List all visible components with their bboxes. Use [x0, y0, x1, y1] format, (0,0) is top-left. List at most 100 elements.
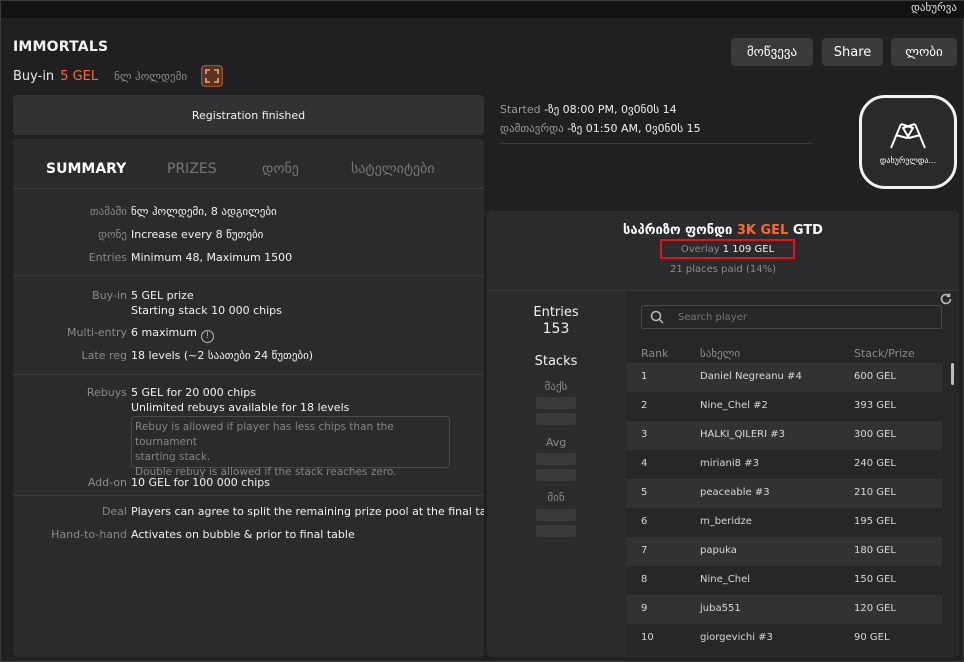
tab-prizes[interactable]: PRIZES [167, 161, 217, 177]
tab-bar: SUMMARY PRIZES დონე სატელიტები [13, 139, 484, 189]
started-label: Started [500, 103, 541, 116]
row-key: Add-on [87, 476, 127, 489]
loading-placeholder [536, 413, 576, 425]
tab-satellites[interactable]: სატელიტები [351, 161, 435, 177]
overlay-label: Overlay [680, 243, 720, 255]
loading-placeholder [536, 525, 576, 537]
table-row[interactable]: 7 papuka 180 GEL [626, 537, 942, 566]
row-player-name: Nine_Chel [700, 574, 750, 585]
search-icon [650, 310, 664, 324]
table-row[interactable]: 6 m_beridze 195 GEL [626, 508, 942, 537]
row-prize: 300 GEL [854, 429, 896, 440]
stack-avg-label: Avg [545, 436, 567, 449]
close-button[interactable]: დახურვა [911, 1, 957, 14]
divider [500, 143, 812, 144]
table-row[interactable]: 1 Daniel Negreanu #4 600 GEL [626, 363, 942, 392]
info-icon[interactable]: ! [200, 330, 214, 343]
game-type: ნლ ჰოლდემი [114, 69, 188, 83]
tournament-title: IMMORTALS [13, 39, 109, 55]
overlay-highlight: Overlay 1 109 GEL [660, 239, 795, 259]
prize-gtd: GTD [792, 223, 823, 238]
row-key: Late reg [81, 349, 127, 362]
row-value: Increase every 8 წუთები [131, 228, 264, 241]
tournament-window: დახურვა IMMORTALS Buy-in 5 GEL ნლ ჰოლდემ… [0, 0, 964, 662]
lobby-button[interactable]: ლობი [891, 38, 957, 66]
table-row[interactable]: 9 juba551 120 GEL [626, 595, 942, 624]
share-button[interactable]: Share [822, 38, 883, 66]
row-value: 5 GEL prize [131, 289, 194, 302]
row-rank: 10 [641, 632, 654, 643]
registration-status-text: Registration finished [191, 108, 306, 122]
refresh-icon[interactable] [939, 292, 953, 306]
buyin-price: 5 GEL [60, 68, 99, 84]
table-row[interactable]: 5 peaceable #3 210 GEL [626, 479, 942, 508]
rebuy-note: Rebuy is allowed if player has less chip… [131, 416, 450, 478]
scrollbar-thumb[interactable] [951, 363, 954, 385]
row-player-name: giorgevichi #3 [700, 632, 773, 643]
row-key: დონე [98, 228, 127, 241]
header-name[interactable]: სახელი [700, 347, 740, 360]
row-player-name: miriani8 #3 [700, 458, 759, 469]
prize-pool-title: საპრიზო ფონდი 3K GEL GTD [487, 223, 959, 238]
top-bar: დახურვა [1, 1, 964, 18]
rebuy-note-line: starting stack. [135, 451, 211, 463]
stats-column: Entries 153 Stacks მაქს Avg მინ [487, 291, 625, 657]
row-player-name: m_beridze [700, 516, 752, 527]
row-prize: 210 GEL [854, 487, 896, 498]
rebuy-note-line: Rebuy is allowed if player has less chip… [135, 421, 394, 448]
badge-label: დახურულდა... [879, 155, 937, 165]
row-prize: 393 GEL [854, 400, 896, 411]
prize-header: საპრიზო ფონდი 3K GEL GTD Overlay 1 109 G… [487, 211, 959, 291]
row-rank: 5 [641, 487, 648, 498]
summary-panel: SUMMARY PRIZES დონე სატელიტები თამაში ნლ… [13, 139, 484, 657]
search-input[interactable] [678, 308, 928, 326]
row-value: 6 maximum! [131, 326, 214, 343]
row-key: Buy-in [92, 289, 127, 302]
row-value: Starting stack 10 000 chips [131, 304, 282, 317]
row-rank: 3 [641, 429, 648, 440]
ended-label: დამთავრდა [500, 122, 564, 135]
divider [13, 495, 484, 496]
row-value: Minimum 48, Maximum 1500 [131, 251, 293, 264]
invite-button[interactable]: მოწვევა [731, 38, 813, 66]
table-row[interactable]: 3 HALKI_QILERI #3 300 GEL [626, 421, 942, 450]
multientry-value: 6 maximum [131, 326, 197, 339]
row-key: Multi-entry [67, 326, 127, 339]
row-player-name: papuka [700, 545, 737, 556]
row-player-name: Daniel Negreanu #4 [700, 371, 802, 382]
table-row[interactable]: 10 giorgevichi #3 90 GEL [626, 624, 942, 653]
table-row[interactable]: 2 Nine_Chel #2 393 GEL [626, 392, 942, 421]
row-value: Players can agree to split the remaining… [131, 505, 484, 518]
prize-title-label: საპრიზო ფონდი [623, 223, 733, 238]
entries-label: Entries [533, 305, 579, 320]
row-value: Unlimited rebuys available for 18 levels [131, 401, 350, 414]
row-prize: 600 GEL [854, 371, 896, 382]
loading-placeholder [536, 469, 576, 481]
row-prize: 150 GEL [854, 574, 896, 585]
schedule: Started -ზე 08:00 PM, 0ვ0ნ0ს 14 დამთავრდ… [500, 100, 701, 138]
status-badge: დახურულდა... [859, 95, 957, 189]
row-key: Rebuys [86, 386, 127, 399]
row-value: 5 GEL for 20 000 chips [131, 386, 256, 399]
row-value: 10 GEL for 100 000 chips [131, 476, 270, 489]
table-row[interactable]: 4 miriani8 #3 240 GEL [626, 450, 942, 479]
table-row[interactable]: 8 Nine_Chel 150 GEL [626, 566, 942, 595]
row-key: Deal [101, 505, 127, 518]
loading-placeholder [536, 397, 576, 409]
expand-icon[interactable] [201, 65, 224, 87]
tab-summary[interactable]: SUMMARY [46, 161, 126, 177]
entries-value: 153 [542, 321, 570, 337]
row-rank: 2 [641, 400, 648, 411]
row-value: ნლ ჰოლდემი, 8 ადგილები [131, 205, 277, 218]
row-rank: 7 [641, 545, 648, 556]
header-rank[interactable]: Rank [641, 347, 668, 360]
started-value: -ზე 08:00 PM, 0ვ0ნ0ს 14 [544, 103, 677, 116]
header-stack[interactable]: Stack/Prize [854, 347, 915, 360]
tab-levels[interactable]: დონე [262, 161, 299, 177]
stack-max-label: მაქს [544, 380, 568, 393]
row-prize: 120 GEL [854, 603, 896, 614]
stacks-label: Stacks [534, 354, 578, 369]
row-prize: 195 GEL [854, 516, 896, 527]
row-prize: 180 GEL [854, 545, 896, 556]
registration-status: Registration finished [13, 95, 484, 135]
